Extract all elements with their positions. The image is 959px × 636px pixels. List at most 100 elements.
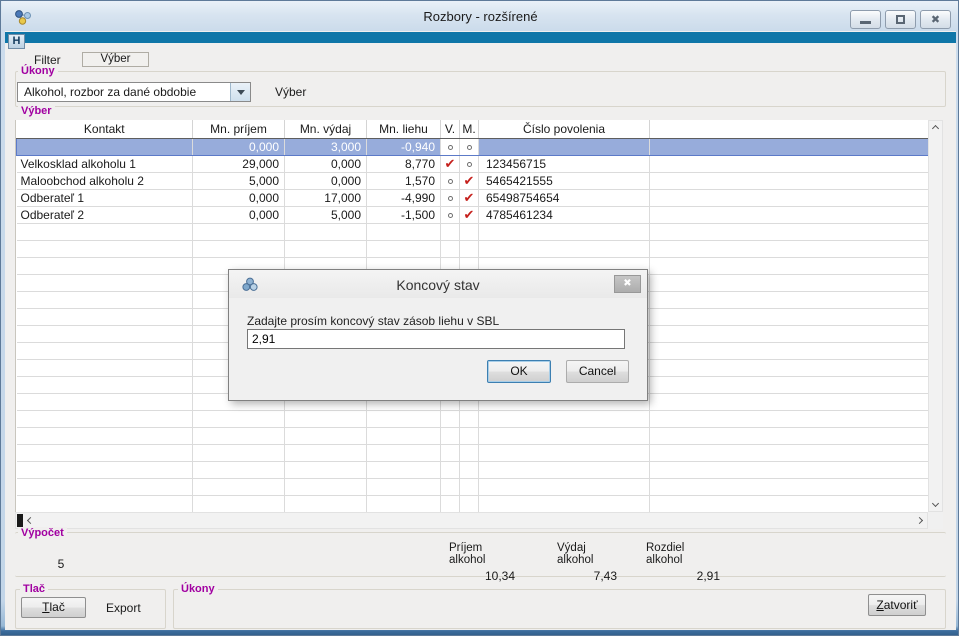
cell-filler [650,427,930,444]
stat-value: 2,91 [646,569,722,583]
cell-v [441,495,460,512]
cell-liehu [367,461,441,478]
cell-filler [650,478,930,495]
cell-prijem [193,410,285,427]
maximize-button[interactable] [885,10,916,29]
cell-prijem [193,427,285,444]
horizontal-scrollbar[interactable] [15,512,928,529]
cell-kontakt [17,138,193,155]
cell-vydaj [285,495,367,512]
cell-v [441,206,460,223]
cell-v [441,410,460,427]
stat-value: 7,43 [557,569,619,583]
cell-liehu [367,427,441,444]
check-icon: ✔ [445,156,456,171]
cell-v [441,444,460,461]
cell-prijem: 5,000 [193,172,285,189]
scroll-down-icon[interactable] [932,500,939,507]
cell-vydaj [285,444,367,461]
circle-icon [448,145,453,150]
cell-filler [650,291,930,308]
table-row-empty [17,410,930,427]
cell-cislo [479,138,650,155]
cell-kontakt [17,495,193,512]
cell-prijem: 29,000 [193,155,285,172]
zatvorit-button[interactable]: Zatvoriť [868,594,926,616]
report-type-dropdown[interactable]: Alkohol, rozbor za dané obdobie [17,82,251,102]
cell-cislo [479,427,650,444]
dialog-prompt: Zadajte prosím koncový stav zásob liehu … [247,314,499,328]
table-row[interactable]: Velkosklad alkoholu 129,0000,0008,770✔12… [17,155,930,172]
cell-cislo: 123456715 [479,155,650,172]
dialog-close-button[interactable]: ✖ [614,275,641,293]
cancel-button[interactable]: Cancel [566,360,629,383]
col-header-prijem[interactable]: Mn. príjem [193,120,285,138]
cell-v [441,427,460,444]
cell-cislo [479,444,650,461]
chevron-down-icon [237,90,245,95]
stat-label: Rozdiel alkohol [646,542,722,566]
splitter-handle[interactable] [17,514,23,527]
check-icon: ✔ [464,173,475,188]
cell-vydaj [285,478,367,495]
col-header-m[interactable]: M. [460,120,479,138]
koncovy-stav-input[interactable] [247,329,625,349]
scroll-up-icon[interactable] [932,125,939,132]
cell-m [460,138,479,155]
cell-cislo [479,461,650,478]
ok-button[interactable]: OK [487,360,551,383]
col-header-v[interactable]: V. [441,120,460,138]
tab-vyber[interactable]: Výber [82,52,149,67]
h-button[interactable]: H [8,34,25,49]
stat-label: Výdaj alkohol [557,542,619,566]
minimize-button[interactable] [850,10,881,29]
close-button[interactable]: ✖ [920,10,951,29]
col-header-kontakt[interactable]: Kontakt [17,120,193,138]
scroll-right-icon[interactable] [916,517,923,524]
cell-vydaj [285,427,367,444]
table-row[interactable]: 0,0003,000-0,940 [17,138,930,155]
cell-kontakt [17,461,193,478]
col-header-cislo[interactable]: Číslo povolenia [479,120,650,138]
vertical-scrollbar[interactable] [928,120,943,512]
circle-icon [448,213,453,218]
cell-m [460,461,479,478]
cell-filler [650,325,930,342]
cell-v [441,223,460,240]
maximize-icon [896,15,905,24]
accent-bar [5,32,956,43]
cell-cislo: 5465421555 [479,172,650,189]
cell-kontakt [17,325,193,342]
table-row[interactable]: Maloobchod alkoholu 25,0000,0001,570✔546… [17,172,930,189]
cell-kontakt [17,291,193,308]
dropdown-button[interactable] [230,83,250,101]
cell-m [460,444,479,461]
table-row-empty [17,444,930,461]
ukony-bottom-groupbox [173,589,946,629]
cell-prijem: 0,000 [193,138,285,155]
cell-kontakt [17,444,193,461]
tlac-group-label: Tlač [20,583,48,595]
vyber-action-button[interactable]: Výber [275,85,306,99]
cell-liehu [367,223,441,240]
cell-liehu [367,444,441,461]
cell-m: ✔ [460,206,479,223]
cell-filler [650,376,930,393]
cell-prijem: 0,000 [193,189,285,206]
table-row-empty [17,427,930,444]
cell-m: ✔ [460,172,479,189]
tlac-button[interactable]: Tlač [21,597,86,618]
cell-kontakt [17,257,193,274]
cell-cislo [479,410,650,427]
circle-icon [467,162,472,167]
col-header-vydaj[interactable]: Mn. výdaj [285,120,367,138]
table-row[interactable]: Odberateľ 10,00017,000-4,990✔65498754654 [17,189,930,206]
scroll-left-icon[interactable] [27,517,34,524]
table-row[interactable]: Odberateľ 20,0005,000-1,500✔4785461234 [17,206,930,223]
cell-filler [650,495,930,512]
col-header-liehu[interactable]: Mn. liehu [367,120,441,138]
cell-filler [650,410,930,427]
record-count: 5 [41,557,81,571]
export-button[interactable]: Export [106,601,141,615]
stat-rozdiel-alkohol: Rozdiel alkohol 2,91 [646,542,722,583]
